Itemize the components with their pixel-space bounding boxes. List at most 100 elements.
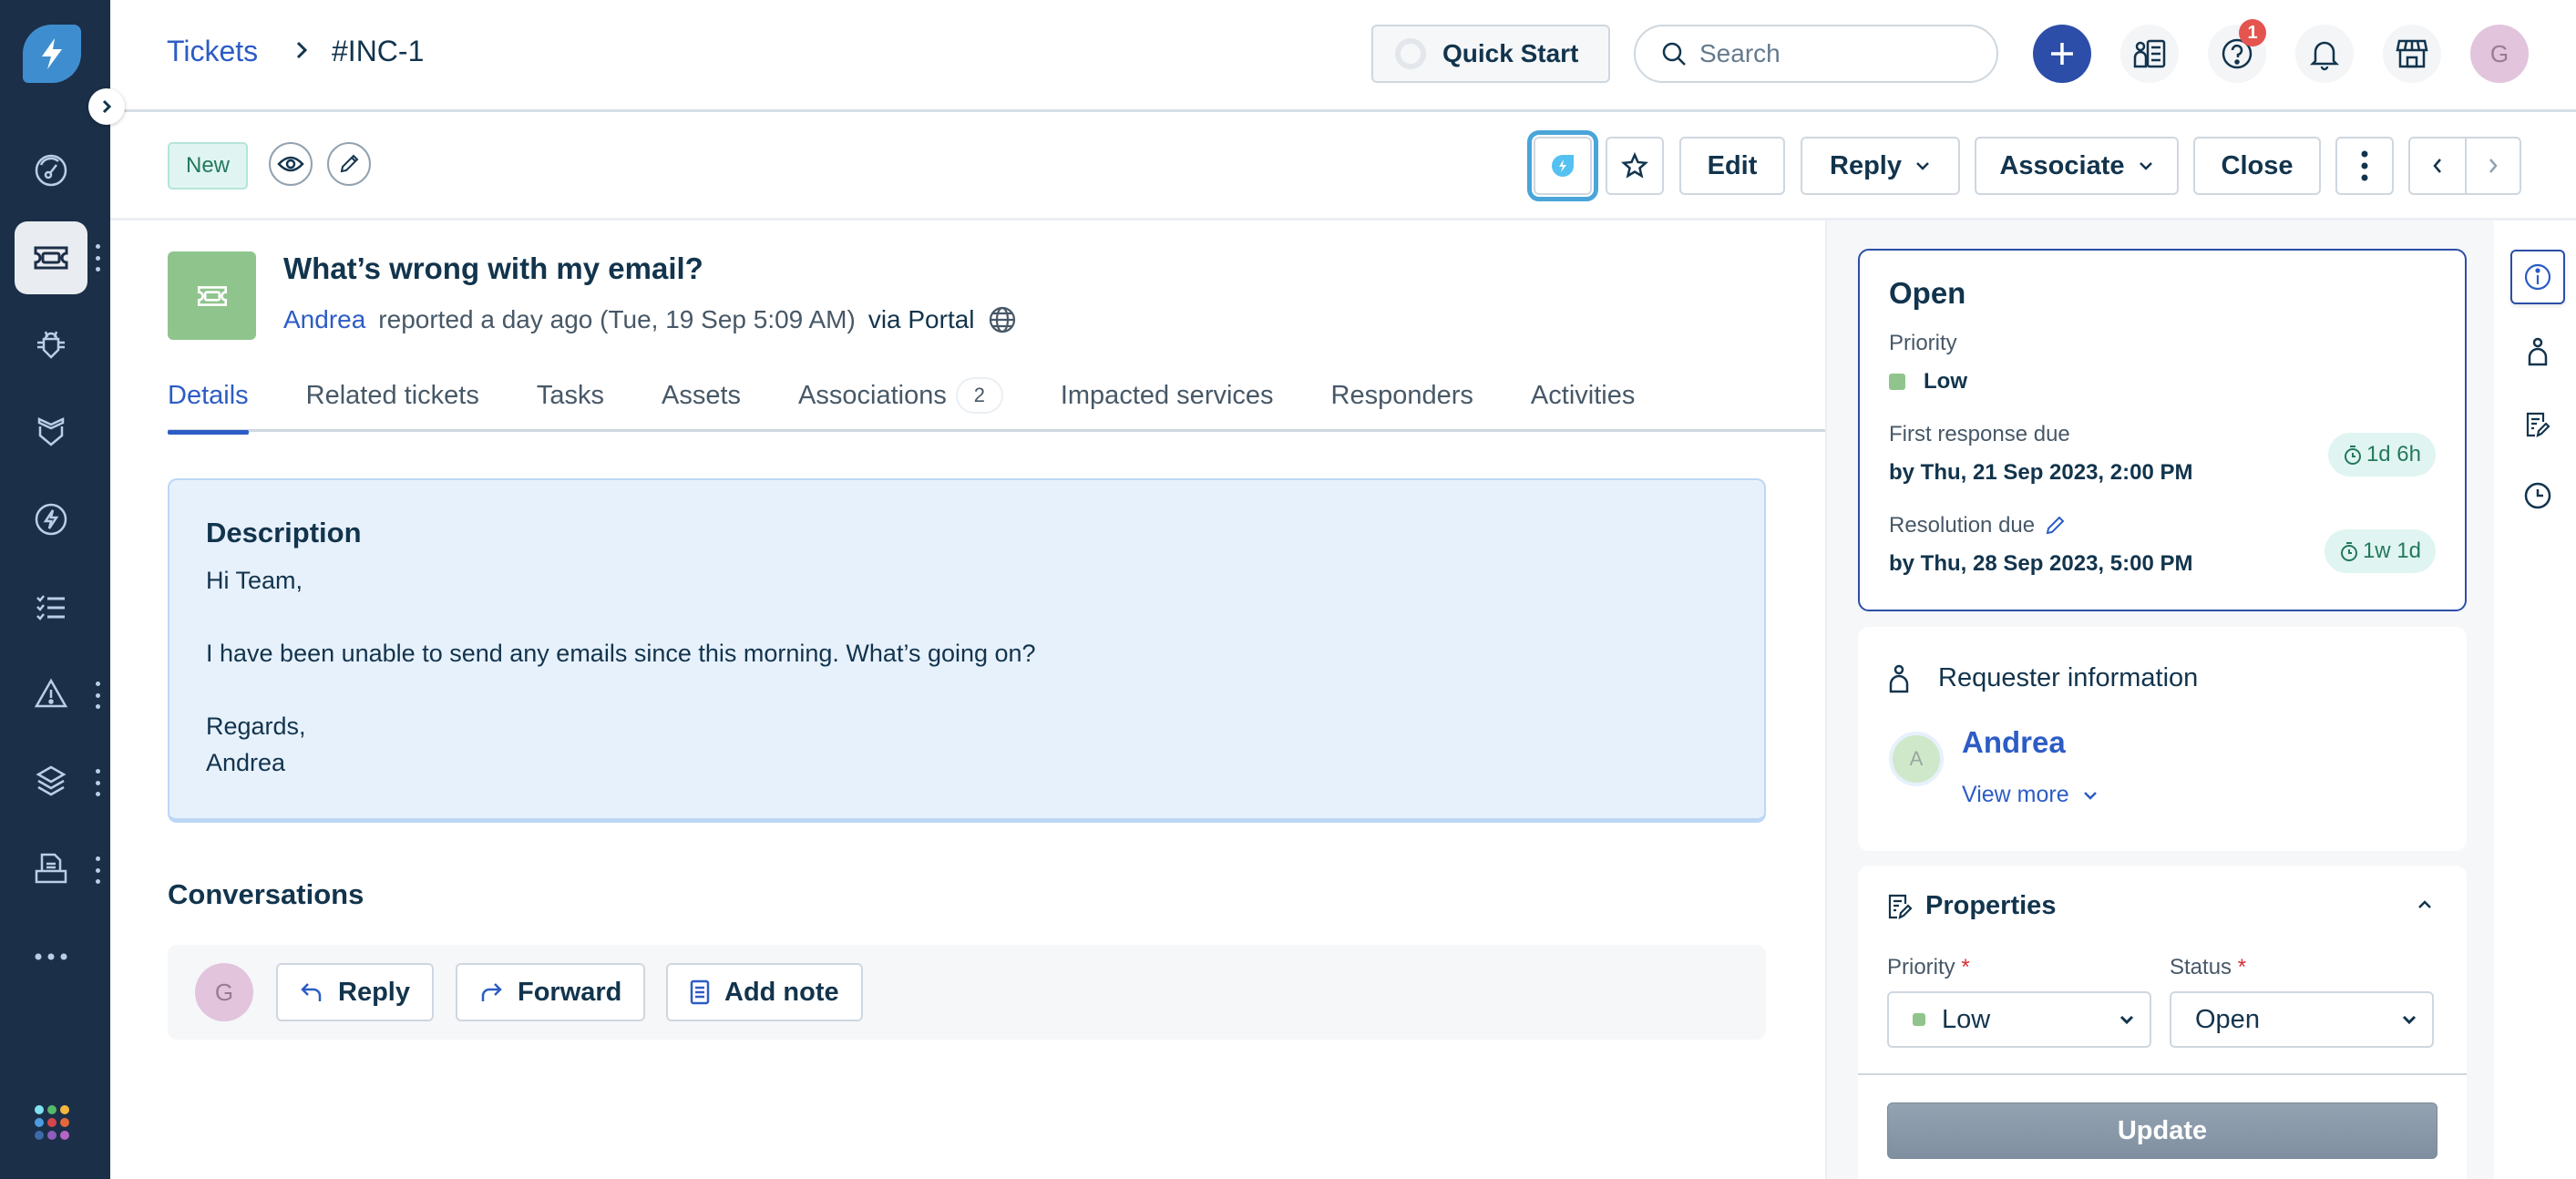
expand-sidebar-button[interactable] [88, 88, 125, 125]
marketplace-button[interactable] [2383, 25, 2441, 83]
right-rail [2494, 220, 2576, 1179]
ticket-details-main: What’s wrong with my email? Andrea repor… [110, 220, 1825, 1179]
sidebar-item-problems[interactable] [15, 308, 87, 381]
forward-button[interactable]: Forward [456, 963, 646, 1021]
quick-start-button[interactable]: Quick Start [1371, 25, 1610, 83]
more-horizontal-icon [35, 953, 67, 960]
contacts-list-button[interactable] [2120, 25, 2179, 83]
app-dot [35, 1105, 44, 1114]
search-input[interactable] [1699, 39, 1973, 68]
previous-ticket-button[interactable] [2410, 138, 2465, 193]
properties-card: Properties Priority * Status * Low Open … [1858, 866, 2467, 1179]
sidebar-item-more[interactable] [15, 920, 87, 993]
tickets-more-menu[interactable] [94, 244, 101, 272]
properties-header[interactable]: Properties [1887, 891, 2056, 921]
chevron-right-icon [2489, 159, 2498, 173]
description-line: I have been unable to send any emails si… [206, 640, 1036, 667]
ticket-tabs: Details Related tickets Tasks Assets Associa… [168, 375, 1825, 435]
info-icon [2524, 263, 2551, 291]
bell-icon [2309, 41, 2340, 71]
reply-label: Reply [338, 977, 410, 1007]
sidebar-item-changes[interactable] [15, 395, 87, 468]
tab-assets[interactable]: Assets [662, 375, 741, 432]
breadcrumb-chevron-icon [296, 41, 308, 59]
edit-ticket-inline-button[interactable] [327, 142, 371, 186]
collapse-chevron-up-icon[interactable] [2416, 898, 2434, 911]
resolution-remaining: 1w 1d [2362, 538, 2421, 563]
tab-details[interactable]: Details [168, 375, 249, 435]
notifications-button[interactable] [2295, 25, 2354, 83]
requester-link[interactable]: Andrea [283, 305, 365, 334]
search-icon [1662, 42, 1686, 66]
sidebar-item-assets[interactable] [15, 745, 87, 818]
tab-tasks[interactable]: Tasks [537, 375, 604, 432]
sidebar-item-alerts[interactable] [15, 658, 87, 731]
help-button[interactable]: 1 [2208, 19, 2266, 83]
close-label: Close [2221, 150, 2294, 180]
chevron-down-icon [1916, 162, 1929, 170]
requester-info-title: Requester information [1938, 663, 2199, 692]
timeline-tab[interactable] [2510, 468, 2565, 523]
tab-label: Related tickets [305, 381, 479, 410]
tab-label: Tasks [536, 381, 604, 410]
priority-field-label-text: Priority [1887, 955, 1955, 979]
tab-impacted-services[interactable]: Impacted services [1061, 375, 1274, 432]
associate-dropdown-button[interactable]: Associate [1975, 137, 2179, 195]
sidebar [0, 0, 125, 1179]
favorite-button[interactable] [1606, 137, 1664, 195]
app-logo[interactable] [23, 25, 81, 83]
requester-name-link[interactable]: Andrea [1962, 725, 2066, 760]
conversation-actions: G Reply Forward Add note [168, 945, 1766, 1040]
sidebar-item-releases[interactable] [15, 483, 87, 556]
chevron-down-icon [2139, 162, 2152, 170]
sidebar-item-solutions[interactable] [15, 833, 87, 906]
next-ticket-button[interactable] [2465, 138, 2520, 193]
status-select[interactable]: Open [2170, 991, 2434, 1048]
priority-color-indicator [1889, 374, 1905, 390]
app-dot [60, 1118, 69, 1127]
tab-label: Impacted services [1060, 381, 1274, 410]
properties-form-icon [1888, 894, 1913, 919]
view-more-button[interactable]: View more [1962, 782, 2099, 808]
tab-associations[interactable]: Associations 2 [798, 375, 1003, 432]
requester-info-header: Requester information [1887, 663, 2437, 693]
requester-tab[interactable] [2510, 324, 2565, 379]
properties-tab[interactable] [2510, 397, 2565, 452]
ticket-side-panel: Open Priority Low First response due by … [1825, 220, 2494, 1179]
reply-dropdown-button[interactable]: Reply [1801, 137, 1960, 195]
tab-responders[interactable]: Responders [1331, 375, 1473, 432]
ticket-subject: What’s wrong with my email? [283, 251, 703, 285]
reply-button[interactable]: Reply [276, 963, 434, 1021]
sidebar-item-dashboard[interactable] [15, 134, 87, 207]
edit-due-date-pencil-icon[interactable] [2044, 515, 2066, 537]
sidebar-item-tickets[interactable] [15, 221, 87, 294]
solutions-more-menu[interactable] [94, 856, 101, 884]
alerts-more-menu[interactable] [94, 682, 101, 709]
person-icon [2528, 337, 2548, 366]
contact-list-icon [2133, 39, 2166, 68]
freddy-ai-button[interactable] [1527, 130, 1598, 201]
app-switcher-grid-icon[interactable] [35, 1105, 69, 1140]
ticket-meta: Andrea reported a day ago (Tue, 19 Sep 5… [283, 305, 1017, 334]
close-ticket-button[interactable]: Close [2193, 137, 2321, 195]
more-actions-button[interactable] [2335, 137, 2394, 195]
view-more-label: View more [1962, 782, 2069, 807]
ticket-info-tab[interactable] [2510, 250, 2565, 304]
required-asterisk: * [1961, 955, 1970, 979]
global-search[interactable] [1634, 25, 1998, 83]
app-dot [47, 1118, 56, 1127]
watchers-button[interactable] [269, 142, 313, 186]
assets-more-menu[interactable] [94, 769, 101, 796]
ticket-icon [34, 246, 68, 270]
conversations-title: Conversations [168, 878, 364, 910]
tab-related-tickets[interactable]: Related tickets [306, 375, 479, 432]
tab-activities[interactable]: Activities [1531, 375, 1635, 432]
priority-select[interactable]: Low [1887, 991, 2151, 1048]
new-item-button[interactable] [2033, 25, 2091, 83]
sidebar-item-tasks[interactable] [15, 570, 87, 643]
add-note-button[interactable]: Add note [666, 963, 863, 1021]
breadcrumb-tickets-link[interactable]: Tickets [167, 35, 258, 68]
user-avatar[interactable]: G [2470, 25, 2529, 83]
edit-button[interactable]: Edit [1679, 137, 1785, 195]
update-button[interactable]: Update [1887, 1102, 2437, 1159]
